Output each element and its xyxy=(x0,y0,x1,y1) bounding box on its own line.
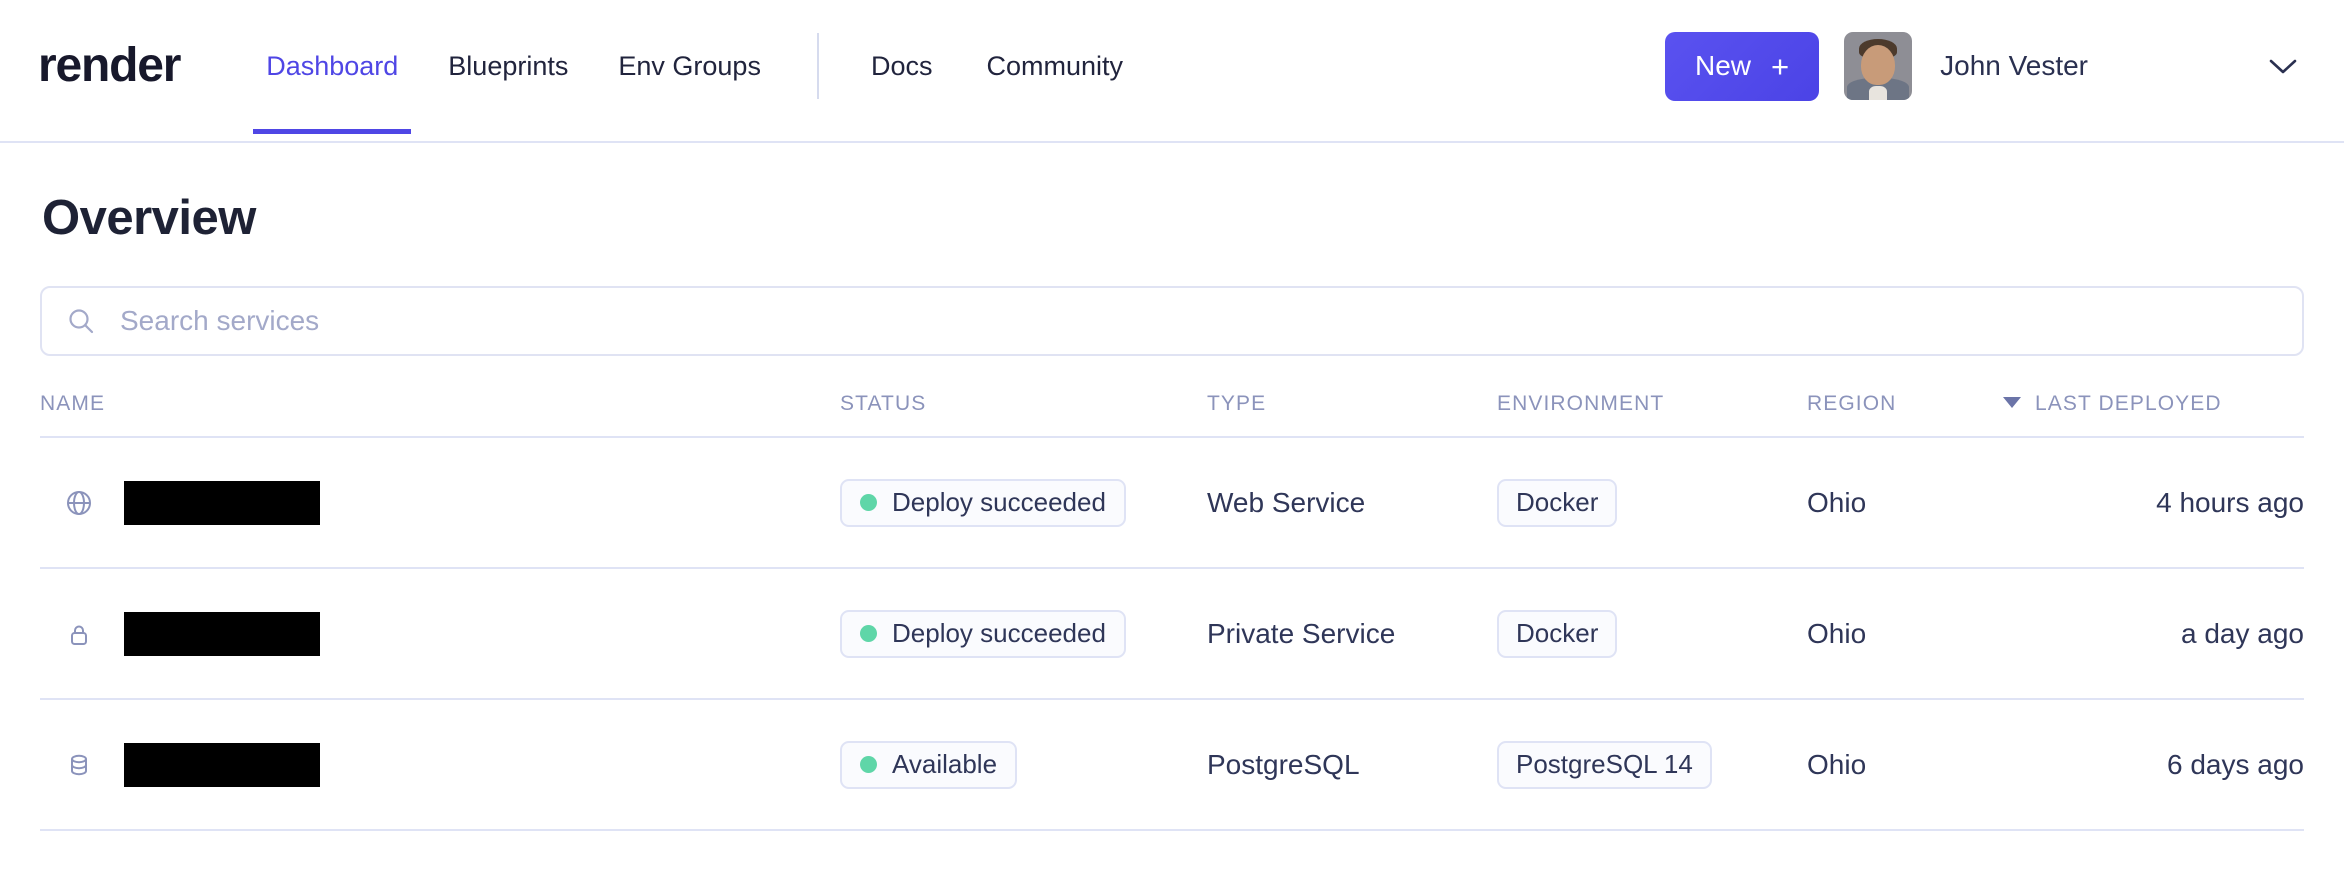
status-badge: Deploy succeeded xyxy=(840,479,1126,527)
cell-environment: Docker xyxy=(1497,437,1807,568)
search-input[interactable] xyxy=(118,304,2278,338)
cell-status: Available xyxy=(840,699,1207,830)
environment-badge: PostgreSQL 14 xyxy=(1497,741,1712,789)
column-header-environment[interactable]: Environment xyxy=(1497,376,1807,437)
services-table-body: Deploy succeeded Web Service Docker Ohio… xyxy=(40,437,2304,830)
nav-item-community-label: Community xyxy=(986,51,1123,82)
avatar-collar xyxy=(1869,86,1887,100)
cell-type: PostgreSQL xyxy=(1207,699,1497,830)
status-badge: Available xyxy=(840,741,1017,789)
main-content: Overview Name Status Type Environment Re… xyxy=(0,190,2344,831)
column-header-region[interactable]: Region xyxy=(1807,376,2003,437)
status-dot-icon xyxy=(860,756,877,773)
cell-name[interactable] xyxy=(40,699,840,830)
lock-icon xyxy=(62,619,96,649)
cell-name[interactable] xyxy=(40,437,840,568)
nav-item-env-groups[interactable]: Env Groups xyxy=(618,0,761,132)
user-name[interactable]: John Vester xyxy=(1940,50,2088,82)
cell-region: Ohio xyxy=(1807,699,2003,830)
page-title: Overview xyxy=(42,190,2304,246)
status-badge-label: Deploy succeeded xyxy=(892,487,1106,518)
status-dot-icon xyxy=(860,625,877,642)
app-header: render Dashboard Blueprints Env Groups D… xyxy=(0,0,2344,143)
nav-item-env-groups-label: Env Groups xyxy=(618,51,761,82)
primary-nav: Dashboard Blueprints Env Groups Docs Com… xyxy=(266,0,1177,132)
search-services-field[interactable] xyxy=(40,286,2304,356)
cell-status: Deploy succeeded xyxy=(840,568,1207,699)
cell-environment: Docker xyxy=(1497,568,1807,699)
cell-last-deployed: 6 days ago xyxy=(2003,699,2304,830)
status-badge-label: Available xyxy=(892,749,997,780)
status-dot-icon xyxy=(860,494,877,511)
table-row[interactable]: Deploy succeeded Web Service Docker Ohio… xyxy=(40,437,2304,568)
cell-status: Deploy succeeded xyxy=(840,437,1207,568)
cell-last-deployed: a day ago xyxy=(2003,568,2304,699)
column-header-status[interactable]: Status xyxy=(840,376,1207,437)
secondary-nav: Docs Community xyxy=(871,0,1177,132)
sort-descending-icon xyxy=(2003,397,2021,408)
cell-type: Web Service xyxy=(1207,437,1497,568)
service-name-redacted xyxy=(124,743,320,787)
user-menu-toggle[interactable] xyxy=(2268,56,2298,76)
cell-region: Ohio xyxy=(1807,437,2003,568)
status-badge-label: Deploy succeeded xyxy=(892,618,1106,649)
nav-item-docs[interactable]: Docs xyxy=(871,0,933,132)
column-header-last-deployed[interactable]: Last Deployed xyxy=(2003,376,2304,437)
cell-region: Ohio xyxy=(1807,568,2003,699)
nav-item-docs-label: Docs xyxy=(871,51,933,82)
cell-last-deployed: 4 hours ago xyxy=(2003,437,2304,568)
service-name-redacted xyxy=(124,612,320,656)
new-button-label: New xyxy=(1695,50,1751,82)
table-row[interactable]: Deploy succeeded Private Service Docker … xyxy=(40,568,2304,699)
environment-badge: Docker xyxy=(1497,610,1617,658)
globe-icon xyxy=(62,488,96,518)
search-icon xyxy=(66,306,96,336)
status-badge: Deploy succeeded xyxy=(840,610,1126,658)
service-name-redacted xyxy=(124,481,320,525)
nav-item-community[interactable]: Community xyxy=(986,0,1123,132)
services-table: Name Status Type Environment Region Last… xyxy=(40,376,2304,831)
render-logo[interactable]: render xyxy=(38,42,180,90)
nav-item-dashboard[interactable]: Dashboard xyxy=(266,0,398,132)
environment-badge: Docker xyxy=(1497,479,1617,527)
services-table-header: Name Status Type Environment Region Last… xyxy=(40,376,2304,437)
column-header-type[interactable]: Type xyxy=(1207,376,1497,437)
nav-item-blueprints[interactable]: Blueprints xyxy=(448,0,568,132)
cell-environment: PostgreSQL 14 xyxy=(1497,699,1807,830)
new-button[interactable]: New + xyxy=(1665,32,1819,101)
nav-item-blueprints-label: Blueprints xyxy=(448,51,568,82)
database-icon xyxy=(62,750,96,780)
table-row[interactable]: Available PostgreSQL PostgreSQL 14 Ohio … xyxy=(40,699,2304,830)
plus-icon: + xyxy=(1771,51,1789,82)
table-header-row: Name Status Type Environment Region Last… xyxy=(40,376,2304,437)
nav-divider xyxy=(817,33,819,99)
nav-item-dashboard-label: Dashboard xyxy=(266,51,398,82)
cell-type: Private Service xyxy=(1207,568,1497,699)
avatar-face xyxy=(1861,45,1895,85)
column-header-name[interactable]: Name xyxy=(40,376,840,437)
column-header-last-deployed-label: Last Deployed xyxy=(2035,392,2222,415)
chevron-down-icon xyxy=(2268,56,2298,76)
avatar[interactable] xyxy=(1844,32,1912,100)
cell-name[interactable] xyxy=(40,568,840,699)
